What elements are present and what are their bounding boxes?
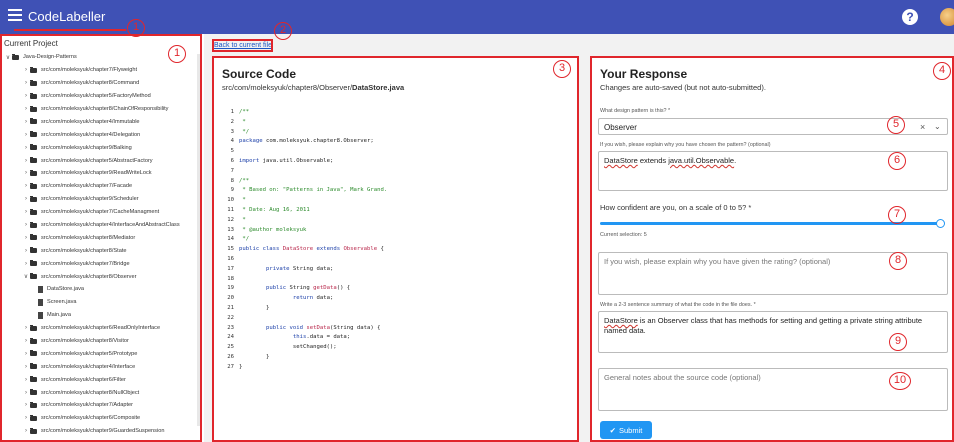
annotation-number: 1 xyxy=(168,45,186,63)
annotation-number: 8 xyxy=(889,252,907,270)
help-icon[interactable]: ? xyxy=(902,9,918,25)
annotation-number: 6 xyxy=(888,152,906,170)
annotation-box-back-link xyxy=(212,39,273,52)
avatar[interactable] xyxy=(940,8,954,26)
annotation-box-sidebar xyxy=(0,34,202,442)
app-title: CodeLabeller xyxy=(28,9,106,24)
annotation-number: 7 xyxy=(888,206,906,224)
menu-icon[interactable] xyxy=(8,9,22,21)
annotation-arrow xyxy=(14,29,126,31)
annotation-number: 9 xyxy=(889,333,907,351)
annotation-number: 4 xyxy=(933,62,951,80)
annotation-number: 10 xyxy=(889,372,911,390)
annotation-number: 2 xyxy=(274,22,292,40)
annotation-number: 3 xyxy=(553,60,571,78)
annotation-box-source xyxy=(212,56,579,442)
annotation-number: 5 xyxy=(887,116,905,134)
annotation-number: 1 xyxy=(127,19,145,37)
